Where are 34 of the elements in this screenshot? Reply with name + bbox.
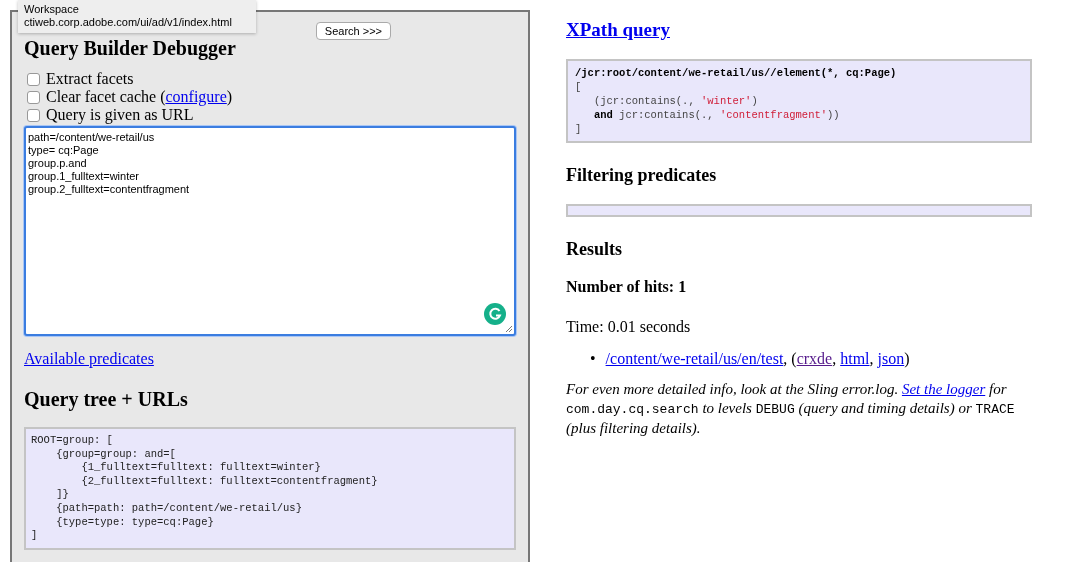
result-format-link[interactable]: crxde [796,350,833,367]
query-time: Time: 0.01 seconds [566,318,692,336]
punctuation: , ( [783,350,797,367]
query-tree-code: ROOT=group: [ {group=group: and=[ {1_fulltext=fulltext: fulltext=winter} {2_fulltext=fulltext: fulltext=contentfragment} ]} {path=path: path=/content/we-retail/us} {type=type: type=cq:Page} ] [24,427,516,550]
hits-count: Number of hits: 1 [566,278,688,296]
grammar-assistant-icon[interactable] [484,303,506,325]
checkbox[interactable] [27,108,40,122]
set-logger-link[interactable]: Set the logger [901,381,986,397]
result-format-link[interactable]: html [840,350,870,367]
checkbox[interactable] [27,90,40,104]
section-heading: Results [566,239,623,260]
result-link[interactable]: /content/we-retail/us/en/test [605,350,784,367]
checkbox-label: Clear facet cache (configure) [46,88,233,106]
tooltip-url: ctiweb.corp.adobe.com/ui/ad/v1/index.html [24,16,233,29]
punctuation: ) [904,350,910,367]
xpath-code: /jcr:root/content/we-retail/us//element(*, cq:Page) [ (jcr:contains(., 'winter') and jcr:contains(., 'contentfragment')) ] [566,59,1032,143]
query-field[interactable]: path=/content/we-retail/us type= cq:Page group.p.and group.1_fulltext=winter group.2_fulltext=contentfragment [24,126,516,336]
available-predicates-link[interactable]: Available predicates [24,350,154,367]
section-heading: Query tree + URLs [24,388,189,411]
checkbox-label: Query is given as URL [46,106,194,124]
punctuation: , [832,350,838,367]
tooltip-title: Workspace [24,3,80,16]
bullet: • [590,350,596,368]
checkbox[interactable] [27,72,40,86]
logging-note: For even more detailed info, look at the Sling error.log. Set the logger for com.day.cq.search to levels DEBUG (query and timing details) or TRACE (plus filtering details). [566,380,1016,438]
section-heading: Filtering predicates [566,165,718,186]
xpath-query-link[interactable]: XPath query [566,19,670,40]
page-heading: Query Builder Debugger [24,37,236,60]
punctuation: , [869,350,875,367]
result-format-link[interactable]: json [877,350,905,367]
resize-handle-icon[interactable] [505,325,513,333]
search-button[interactable]: Search >>> [315,22,391,40]
configure-link[interactable]: configure [165,88,227,105]
checkbox-label: Extract facets [46,70,134,88]
